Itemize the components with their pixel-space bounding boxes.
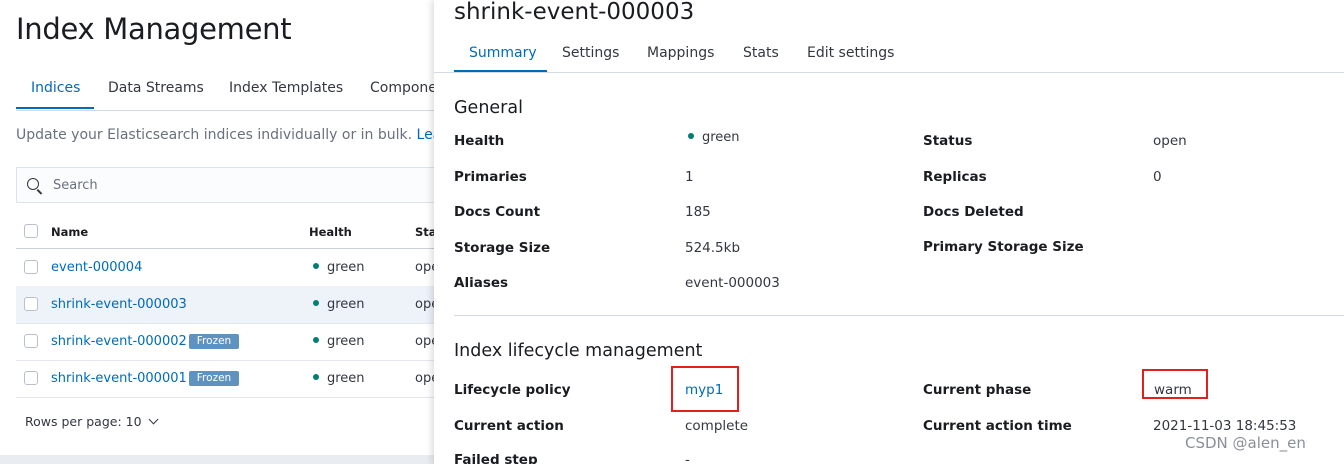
annotation-highlight-box xyxy=(671,366,739,412)
health-dot-icon xyxy=(688,133,694,139)
lifecycle-policy-label: Lifecycle policy xyxy=(454,382,571,398)
row-checkbox[interactable] xyxy=(24,371,38,385)
table-row: shrink-event-000003 green ope xyxy=(16,286,440,324)
selected-tab-indicator xyxy=(454,70,547,72)
storage-size-value: 524.5kb xyxy=(685,240,741,256)
tab-settings[interactable]: Settings xyxy=(562,45,619,61)
search-bar[interactable]: Search xyxy=(16,167,440,203)
row-checkbox[interactable] xyxy=(24,260,38,274)
ilm-section-title: Index lifecycle management xyxy=(454,341,703,361)
row-checkbox[interactable] xyxy=(24,297,38,311)
flyout-title: shrink-event-000003 xyxy=(454,0,695,25)
aliases-value: event-000003 xyxy=(685,275,780,291)
selected-tab-indicator xyxy=(16,107,94,109)
failed-step-value: - xyxy=(685,452,690,464)
health-cell: green xyxy=(313,371,365,386)
index-management-page: Index Management Indices Data Streams In… xyxy=(0,0,440,464)
primaries-label: Primaries xyxy=(454,169,527,185)
page-title: Index Management xyxy=(16,12,292,46)
column-header-health[interactable]: Health xyxy=(309,225,352,239)
storage-size-label: Storage Size xyxy=(454,240,551,256)
csdn-watermark: CSDN @alen_en xyxy=(1185,434,1306,452)
replicas-label: Replicas xyxy=(923,169,987,185)
flyout-tabs: Summary Settings Mappings Stats Edit set… xyxy=(434,38,1344,73)
search-input[interactable]: Search xyxy=(53,178,98,193)
table-row: event-000004 green ope xyxy=(16,249,440,287)
health-cell: green xyxy=(313,260,365,275)
tab-data-streams[interactable]: Data Streams xyxy=(108,80,204,96)
frozen-badge: Frozen xyxy=(188,334,240,349)
frozen-badge: Frozen xyxy=(188,371,240,386)
tab-indices[interactable]: Indices xyxy=(31,80,80,96)
status-value: open xyxy=(1153,133,1187,149)
rows-per-page-button[interactable]: Rows per page: 10 xyxy=(25,414,158,429)
health-dot-icon xyxy=(313,374,319,380)
tab-stats[interactable]: Stats xyxy=(743,45,779,61)
index-details-flyout: shrink-event-000003 Summary Settings Map… xyxy=(434,0,1344,464)
replicas-value: 0 xyxy=(1153,169,1162,185)
tab-index-templates[interactable]: Index Templates xyxy=(229,80,343,96)
index-name-link[interactable]: shrink-event-000002 Frozen xyxy=(51,334,240,349)
table-row: shrink-event-000002 Frozen green ope xyxy=(16,323,440,361)
table-header: Name Health Sta xyxy=(16,214,440,249)
health-cell: green xyxy=(313,334,365,349)
tab-mappings[interactable]: Mappings xyxy=(647,45,714,61)
general-section-title: General xyxy=(454,98,523,118)
chevron-down-icon xyxy=(148,414,158,425)
search-icon xyxy=(27,178,39,190)
index-management-tabs: Indices Data Streams Index Templates Com… xyxy=(16,72,440,111)
primary-storage-size-label: Primary Storage Size xyxy=(923,239,1084,255)
primaries-value: 1 xyxy=(685,169,694,185)
description-text: Update your Elasticsearch indices indivi… xyxy=(16,127,413,143)
tab-summary[interactable]: Summary xyxy=(469,45,537,61)
row-checkbox[interactable] xyxy=(24,334,38,348)
status-label: Status xyxy=(923,133,973,149)
current-phase-label: Current phase xyxy=(923,382,1032,398)
section-divider xyxy=(454,315,1344,316)
docs-count-label: Docs Count xyxy=(454,204,541,220)
index-name-link[interactable]: shrink-event-000003 xyxy=(51,297,187,312)
page-footer-strip xyxy=(0,455,440,464)
health-dot-icon xyxy=(313,337,319,343)
column-header-name[interactable]: Name xyxy=(51,225,88,239)
tab-edit-settings[interactable]: Edit settings xyxy=(807,45,894,61)
current-action-value: complete xyxy=(685,418,749,434)
index-name-link[interactable]: event-000004 xyxy=(51,260,142,275)
health-dot-icon xyxy=(313,300,319,306)
select-all-checkbox[interactable] xyxy=(24,224,38,238)
page-description: Update your Elasticsearch indices indivi… xyxy=(16,127,440,143)
current-action-time-value: 2021-11-03 18:45:53 xyxy=(1153,418,1297,434)
docs-count-value: 185 xyxy=(685,204,711,220)
aliases-label: Aliases xyxy=(454,275,509,291)
table-row: shrink-event-000001 Frozen green ope xyxy=(16,360,440,398)
health-label: Health xyxy=(454,133,505,149)
health-value: green xyxy=(688,130,740,145)
health-cell: green xyxy=(313,297,365,312)
failed-step-label: Failed step xyxy=(454,452,538,464)
tab-component-templates[interactable]: Compone xyxy=(370,80,437,96)
current-action-label: Current action xyxy=(454,418,564,434)
annotation-highlight-box xyxy=(1142,369,1208,399)
docs-deleted-label: Docs Deleted xyxy=(923,204,1024,220)
current-action-time-label: Current action time xyxy=(923,418,1072,434)
index-name-link[interactable]: shrink-event-000001 Frozen xyxy=(51,371,240,386)
health-dot-icon xyxy=(313,263,319,269)
